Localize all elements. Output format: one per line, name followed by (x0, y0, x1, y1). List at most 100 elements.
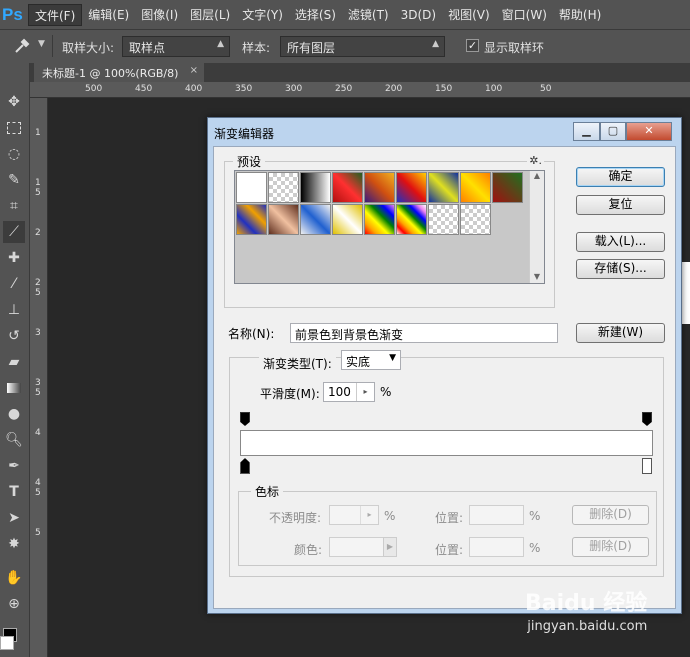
preset-swatch[interactable] (428, 204, 459, 235)
smoothness-slider-arrow-icon[interactable]: ▸ (356, 383, 374, 401)
new-button[interactable]: 新建(W) (576, 323, 665, 343)
preset-swatch[interactable] (492, 172, 523, 203)
location-label: 位置: (435, 511, 464, 525)
document-tab-title: 未标题-1 @ 100%(RGB/8) (42, 67, 179, 80)
load-button[interactable]: 载入(L)... (576, 232, 665, 252)
opacity-field[interactable]: ▸ (329, 505, 379, 525)
opacity-location-field[interactable] (469, 505, 524, 525)
ruler-tick-label: 300 (285, 84, 303, 94)
color-stop-left[interactable] (240, 458, 250, 474)
delete-opacity-stop-button[interactable]: 删除(D) (572, 505, 649, 525)
ruler-tick-label: 1 (35, 128, 41, 138)
eyedropper-icon[interactable] (12, 36, 32, 56)
menu-file[interactable]: 文件(F) (28, 3, 83, 26)
shape-tool-icon[interactable]: ✸ (3, 533, 25, 555)
menu-help[interactable]: 帮助(H) (553, 4, 607, 26)
preset-swatch[interactable] (364, 204, 395, 235)
minimize-icon[interactable]: ▁ (573, 122, 600, 141)
close-icon[interactable]: ✕ (626, 122, 672, 141)
save-button[interactable]: 存储(S)... (576, 259, 665, 279)
healing-brush-tool-icon[interactable]: ✚ (3, 247, 25, 269)
preset-swatch[interactable] (460, 172, 491, 203)
menu-image[interactable]: 图像(I) (135, 4, 184, 26)
eyedropper-tool-icon[interactable]: ⟋ (3, 221, 25, 243)
tool-preset-chevron-icon[interactable]: ▼ (38, 39, 45, 49)
gradient-type-value: 实底 (346, 355, 371, 369)
smoothness-field[interactable]: 100 ▸ (323, 382, 375, 402)
presets-group: 预设 ✲. ▲ ▼ (224, 153, 555, 308)
preset-swatches: ▲ ▼ (234, 170, 545, 284)
menu-view[interactable]: 视图(V) (442, 4, 496, 26)
gear-icon[interactable]: ✲. (527, 154, 544, 167)
gradient-tool-icon[interactable] (3, 377, 25, 399)
menu-window[interactable]: 窗口(W) (496, 4, 553, 26)
brush-tool-icon[interactable]: ⁄ (3, 273, 25, 295)
quick-select-tool-icon[interactable]: ✎ (3, 169, 25, 191)
menu-filter[interactable]: 滤镜(T) (342, 4, 395, 26)
ruler-tick-label: 2 (35, 228, 41, 238)
ruler-tick-label: 3 (35, 328, 41, 338)
preset-swatch[interactable] (460, 204, 491, 235)
preset-swatch[interactable] (300, 204, 331, 235)
ruler-tick-label: 2 5 (35, 278, 41, 298)
color-stop-right[interactable] (642, 458, 652, 474)
show-ring-checkbox[interactable]: ✓ (466, 39, 479, 52)
lasso-tool-icon[interactable]: ◌ (3, 143, 25, 165)
preset-scrollbar[interactable]: ▲ ▼ (529, 171, 544, 283)
ruler-tick-label: 150 (435, 84, 453, 94)
preset-swatch[interactable] (300, 172, 331, 203)
preset-swatch[interactable] (236, 204, 267, 235)
smoothness-label: 平滑度(M): (260, 387, 320, 401)
sample-size-select[interactable]: 取样点 ▲ (122, 36, 230, 57)
pen-tool-icon[interactable]: ✒ (3, 455, 25, 477)
preset-swatch[interactable] (428, 172, 459, 203)
gradient-preview-bar[interactable] (240, 430, 653, 456)
dodge-tool-icon[interactable]: 🔍︎ (3, 429, 25, 451)
reset-button[interactable]: 复位 (576, 195, 665, 215)
preset-swatch[interactable] (268, 204, 299, 235)
hand-tool-icon[interactable]: ✋ (3, 567, 25, 589)
delete-color-stop-button[interactable]: 删除(D) (572, 537, 649, 557)
crop-tool-icon[interactable]: ⌗ (3, 195, 25, 217)
history-brush-tool-icon[interactable]: ↺ (3, 325, 25, 347)
preset-swatch[interactable] (396, 204, 427, 235)
maximize-icon[interactable]: ▢ (600, 122, 626, 141)
close-tab-icon[interactable]: × (190, 65, 198, 76)
preset-swatch[interactable] (364, 172, 395, 203)
scroll-up-icon[interactable]: ▲ (530, 171, 544, 180)
sample-select[interactable]: 所有图层 ▲ (280, 36, 445, 57)
background-color-swatch[interactable] (0, 636, 14, 650)
color-location-field[interactable] (469, 537, 524, 557)
eraser-tool-icon[interactable]: ▰ (3, 351, 25, 373)
preset-swatch[interactable] (236, 172, 267, 203)
preset-swatch[interactable] (332, 204, 363, 235)
type-tool-icon[interactable]: T (3, 481, 25, 503)
ruler-tick-label: 350 (235, 84, 253, 94)
name-field[interactable]: 前景色到背景色渐变 (290, 323, 558, 343)
scroll-down-icon[interactable]: ▼ (530, 272, 544, 281)
menu-3d[interactable]: 3D(D) (395, 4, 442, 26)
menu-layer[interactable]: 图层(L) (184, 4, 236, 26)
menu-edit[interactable]: 编辑(E) (82, 4, 135, 26)
clone-stamp-tool-icon[interactable]: ⊥ (3, 299, 25, 321)
gradient-type-select[interactable]: 实底 ▼ (341, 350, 401, 370)
opacity-label: 不透明度: (269, 511, 322, 525)
preset-swatch[interactable] (268, 172, 299, 203)
preset-swatch[interactable] (332, 172, 363, 203)
move-tool-icon[interactable]: ✥ (3, 91, 25, 113)
marquee-tool-icon[interactable] (3, 117, 25, 139)
ok-button[interactable]: 确定 (576, 167, 665, 187)
path-select-tool-icon[interactable]: ➤ (3, 507, 25, 529)
document-tab[interactable]: 未标题-1 @ 100%(RGB/8) × (34, 63, 204, 82)
menu-type[interactable]: 文字(Y) (236, 4, 289, 26)
opacity-stop-right[interactable] (642, 412, 652, 426)
menu-select[interactable]: 选择(S) (289, 4, 342, 26)
blur-tool-icon[interactable]: ● (3, 403, 25, 425)
ruler-tick-label: 250 (335, 84, 353, 94)
color-field[interactable]: ▶ (329, 537, 397, 557)
zoom-tool-icon[interactable]: ⊕ (3, 593, 25, 615)
sample-value: 所有图层 (287, 41, 336, 55)
presets-label: 预设 (233, 153, 266, 170)
opacity-stop-left[interactable] (240, 412, 250, 426)
preset-swatch[interactable] (396, 172, 427, 203)
